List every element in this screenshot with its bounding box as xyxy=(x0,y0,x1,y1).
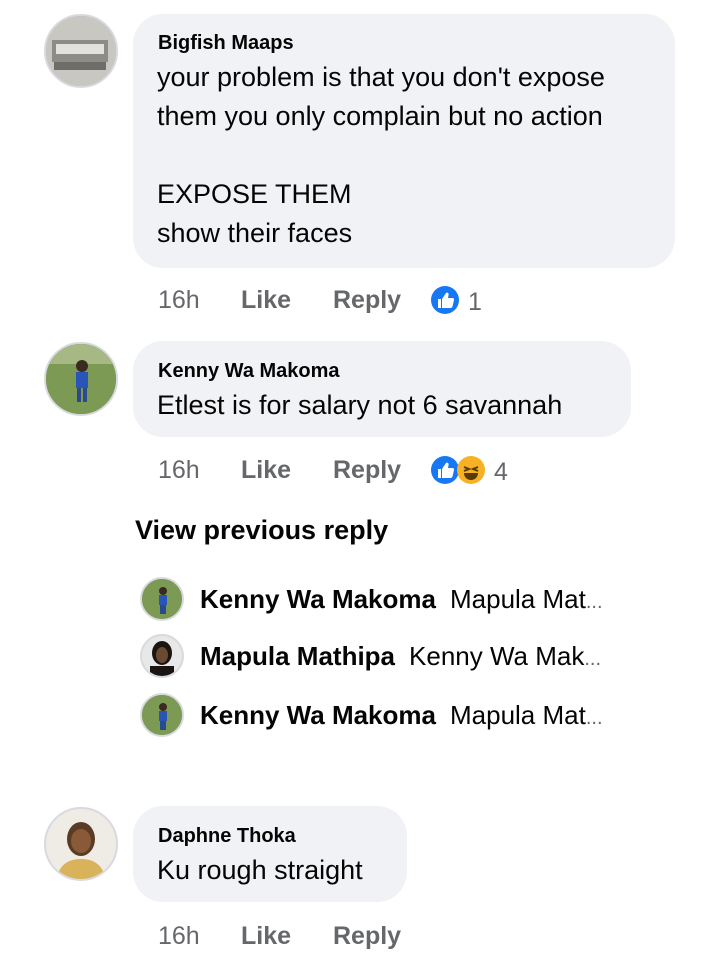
like-button[interactable]: Like xyxy=(241,286,291,315)
reply-snippet: Mapula Mat... xyxy=(449,583,603,614)
reply-author[interactable]: Mapula Mathipa xyxy=(200,641,395,672)
comment-text: Ku rough straight xyxy=(157,855,363,885)
reaction-count: 4 xyxy=(494,458,508,486)
comment-time[interactable]: 16h xyxy=(158,922,200,951)
like-button[interactable]: Like xyxy=(241,456,291,485)
avatar xyxy=(140,693,184,737)
comment-author[interactable]: Daphne Thoka xyxy=(158,825,296,848)
comment-text: Etlest is for salary not 6 savannah xyxy=(157,390,563,420)
like-icon xyxy=(430,285,460,320)
haha-icon xyxy=(456,455,486,490)
reaction-summary[interactable]: 1 xyxy=(430,285,482,320)
reaction-summary[interactable]: 4 xyxy=(430,455,508,490)
reply-author[interactable]: Kenny Wa Makoma xyxy=(200,584,436,615)
avatar[interactable] xyxy=(44,342,118,416)
comment-author[interactable]: Bigfish Maaps xyxy=(158,32,294,55)
reply-button[interactable]: Reply xyxy=(333,456,401,485)
avatar xyxy=(140,577,184,621)
reply-author[interactable]: Kenny Wa Makoma xyxy=(200,700,436,731)
reply-button[interactable]: Reply xyxy=(333,922,401,951)
reply-snippet: Kenny Wa Mak... xyxy=(409,640,602,671)
reply-preview-row[interactable]: Mapula Mathipa Kenny Wa Mak... xyxy=(140,634,601,678)
comment-text: your problem is that you don't expose th… xyxy=(157,62,605,248)
avatar[interactable] xyxy=(44,14,118,88)
view-previous-reply-link[interactable]: View previous reply xyxy=(135,515,388,546)
comment-author[interactable]: Kenny Wa Makoma xyxy=(158,360,340,383)
avatar xyxy=(140,634,184,678)
avatar[interactable] xyxy=(44,807,118,881)
reply-snippet: Mapula Mat... xyxy=(449,699,603,730)
reply-preview-row[interactable]: Kenny Wa Makoma Mapula Mat... xyxy=(140,693,603,737)
reply-preview-row[interactable]: Kenny Wa Makoma Mapula Mat... xyxy=(140,577,603,621)
reply-button[interactable]: Reply xyxy=(333,286,401,315)
comment-time[interactable]: 16h xyxy=(158,456,200,485)
reaction-count: 1 xyxy=(468,288,482,316)
like-button[interactable]: Like xyxy=(241,922,291,951)
comment-time[interactable]: 16h xyxy=(158,286,200,315)
